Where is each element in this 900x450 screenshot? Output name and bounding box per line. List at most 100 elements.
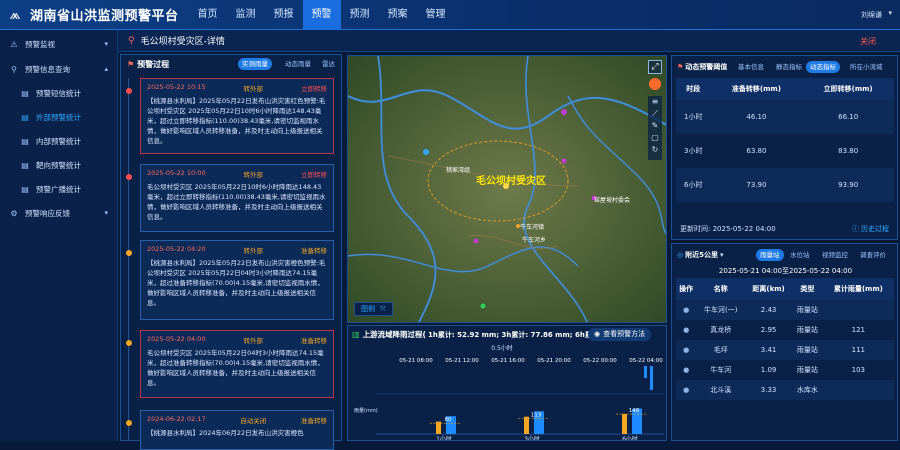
sidebar-item[interactable]: ⚙ 预警响应反馈 ▾ xyxy=(0,202,118,224)
card-date: 2025-05-22 10:00 xyxy=(147,169,206,177)
card-date: 2024-06-22 02:17 xyxy=(147,415,206,423)
radar-icon: ◎ xyxy=(677,251,684,259)
table-row[interactable]: ● 牛车河(一) 2.43 雨量站 xyxy=(676,300,894,320)
sidebar-item[interactable]: ▤ 内部预警统计 xyxy=(0,130,118,152)
locate-icon[interactable]: ● xyxy=(676,340,696,360)
card-text: 【桃源县水利局】2024年06月22日发布山洪灾害橙色 xyxy=(147,429,304,437)
card-dept: 转外部 xyxy=(243,85,264,93)
rain-chart-svg: 0.5小时 05-21 08:00 05-21 12:00 05-21 16:00 05… xyxy=(354,344,664,441)
nav-item[interactable]: 预报 xyxy=(265,0,303,30)
tab[interactable]: 静态指标 xyxy=(772,61,806,73)
nav-item[interactable]: 管理 xyxy=(417,0,455,30)
table-cell: 北斗溪 xyxy=(710,386,732,394)
nav-item[interactable]: 首页 xyxy=(189,0,227,30)
card-text: 毛公坝村受灾区 2025年05月22日10时6小时降雨达148.43毫米，超过立… xyxy=(147,183,326,221)
locate-icon[interactable]: ● xyxy=(676,300,696,320)
card-header: 2025-05-22 10:00 转外部 立即转移 xyxy=(147,169,327,179)
sidebar-item[interactable]: ⚲ 预警信息查询 ▴ xyxy=(0,58,118,80)
map-svg[interactable]: 毛公坝村受灾区 桃家湾组 窑屋坡村委会 牛车河镇 牛车河乡 xyxy=(348,56,667,323)
tab[interactable]: 水位站 xyxy=(786,249,814,261)
trash-icon[interactable]: ▢ xyxy=(648,132,662,144)
sidebar-item[interactable]: ▤ 靶向预警统计 xyxy=(0,154,118,176)
table-cell: 水库水 xyxy=(796,386,818,394)
nav-item[interactable]: 监测 xyxy=(227,0,265,30)
card-date: 2025-05-22 04:00 xyxy=(147,335,206,343)
table-cell: 雨量站 xyxy=(796,306,818,314)
layers-icon[interactable]: ≡ xyxy=(648,96,662,108)
view-method-button[interactable]: ◉ 查看预警方法 xyxy=(588,328,652,341)
tab[interactable]: 动态雨量 xyxy=(281,58,315,70)
tab[interactable]: 视频监控 xyxy=(818,249,852,261)
half-hour-bar xyxy=(644,366,647,378)
table-header-row: 操作 名称 距离(km) 类型 累计雨量(mm) xyxy=(676,278,894,300)
user-name[interactable]: 刘绵谦 xyxy=(861,10,882,20)
sidebar-item[interactable]: ⚠ 预警监视 ▾ xyxy=(0,33,118,55)
sidebar-item-label: 靶向预警统计 xyxy=(36,160,81,170)
card-dept: 自动关闭 xyxy=(240,417,267,425)
map-place-3: 牛车河乡 xyxy=(522,236,546,244)
tab[interactable]: 所在小流域 xyxy=(846,61,887,73)
tab[interactable]: 基本信息 xyxy=(734,61,768,73)
timeline-dot xyxy=(125,420,132,426)
nav-item[interactable]: 预测 xyxy=(341,0,379,30)
nav-item[interactable]: 预案 xyxy=(379,0,417,30)
table-row[interactable]: ● 牛车河 1.09 雨量站 103 xyxy=(676,360,894,380)
card-date: 2025-05-22 10:15 xyxy=(147,83,206,91)
table-row[interactable]: ● 毛坪 3.41 雨量站 111 xyxy=(676,340,894,360)
update-time: 更新时间: 2025-05-22 04:00 xyxy=(680,225,776,233)
warning-card[interactable]: 2025-05-22 10:00 转外部 立即转移毛公坝村受灾区 2025年05月2… xyxy=(140,164,334,232)
expand-icon: ⤧ xyxy=(380,305,386,313)
tab[interactable]: 动态指标 xyxy=(806,61,840,73)
table-cell: 雨量站 xyxy=(796,346,818,354)
history-link[interactable]: ⓘ 历史过程 xyxy=(852,224,889,234)
threshold-panel: ⚑ 动态预警阈值 时段 准备转移(mm) 立即转移(mm) 1小时 46.10 66.10… xyxy=(671,55,898,240)
time-label: 05-21 16:00 xyxy=(491,358,525,364)
column-header: 时段 xyxy=(676,78,711,100)
sidebar-item[interactable]: ▤ 预警广播统计 xyxy=(0,178,118,200)
warning-card[interactable]: 2025-05-22 10:15 转外部 立即转移 【桃源县水利局】2025年05月2… xyxy=(140,78,334,154)
tab[interactable]: 雷达 xyxy=(318,58,339,70)
chevron-down-icon[interactable]: ▾ xyxy=(720,251,724,259)
tab[interactable]: 雨量站 xyxy=(756,249,784,261)
map-toolbar: ≡ ⟋ ✎ ▢ ↻ xyxy=(648,96,662,160)
half-hour-bar xyxy=(650,366,653,390)
pencil-icon[interactable]: ✎ xyxy=(648,120,662,132)
warning-card[interactable]: 2024-06-22 02:17 自动关闭 准备转移【桃源县水利局】2024年06月… xyxy=(140,410,334,450)
map-place-0: 桃家湾组 xyxy=(446,166,470,174)
table-row[interactable]: 6小时 73.90 93.90 xyxy=(676,168,894,202)
doc-icon: ▤ xyxy=(21,184,29,194)
map-fullscreen-button[interactable]: ⤢ xyxy=(648,60,662,74)
refresh-icon[interactable]: ↻ xyxy=(648,144,662,156)
locate-icon[interactable]: ● xyxy=(676,360,696,380)
close-button[interactable]: 关闭 xyxy=(860,36,876,47)
table-row[interactable]: ● 真龙桥 2.95 雨量站 121 xyxy=(676,320,894,340)
tab[interactable]: 调查评价 xyxy=(856,249,890,261)
map-view[interactable]: 毛公坝村受灾区 桃家湾组 窑屋坡村委会 牛车河镇 牛车河乡 ⤢ ≡ ⟋ ✎ ▢ … xyxy=(347,55,667,323)
locate-icon[interactable]: ● xyxy=(676,380,696,400)
table-row[interactable]: ● 北斗溪 3.33 水库水 xyxy=(676,380,894,400)
sidebar-item[interactable]: ▤ 预警短信统计 xyxy=(0,82,118,104)
table-row[interactable]: 3小时 63.80 83.80 xyxy=(676,134,894,168)
locate-icon[interactable]: ● xyxy=(676,320,696,340)
table-cell xyxy=(823,380,894,400)
category-label: 3小时 xyxy=(524,435,540,441)
measure-icon[interactable]: ⟋ xyxy=(648,108,662,120)
map-layer-button[interactable] xyxy=(649,78,661,90)
map-legend-button[interactable]: 图例 ⤧ xyxy=(354,302,393,316)
chevron-down-icon[interactable]: ▾ xyxy=(888,9,892,17)
map-place-1: 窑屋坡村委会 xyxy=(594,196,630,204)
card-status: 准备转移 xyxy=(300,417,327,425)
column-header: 距离(km) xyxy=(745,278,793,300)
table-cell: 3.33 xyxy=(760,386,777,394)
nav-item[interactable]: 预警 xyxy=(302,0,341,30)
table-row[interactable]: 1小时 46.10 66.10 xyxy=(676,100,894,134)
warning-card[interactable]: 2025-05-22 04:00 转外部 准备转移 毛公坝村受灾区 2025年05月2… xyxy=(140,330,334,398)
process-title: 预警过程 xyxy=(137,60,170,69)
sidebar-item-label: 预警广播统计 xyxy=(36,184,81,194)
time-range: 2025-05-21 04:00至2025-05-22 04:00 xyxy=(718,267,853,275)
table-cell: 6小时 xyxy=(684,181,703,189)
tab[interactable]: 实测雨量 xyxy=(238,58,272,70)
y-axis-label: 雨量(mm) xyxy=(354,407,378,414)
sidebar-item[interactable]: ▤ 外部预警统计 xyxy=(0,106,118,128)
warning-card[interactable]: 2025-05-22 04:20 转外部 准备转移 【桃源县水利局】2025年05月2… xyxy=(140,240,334,320)
